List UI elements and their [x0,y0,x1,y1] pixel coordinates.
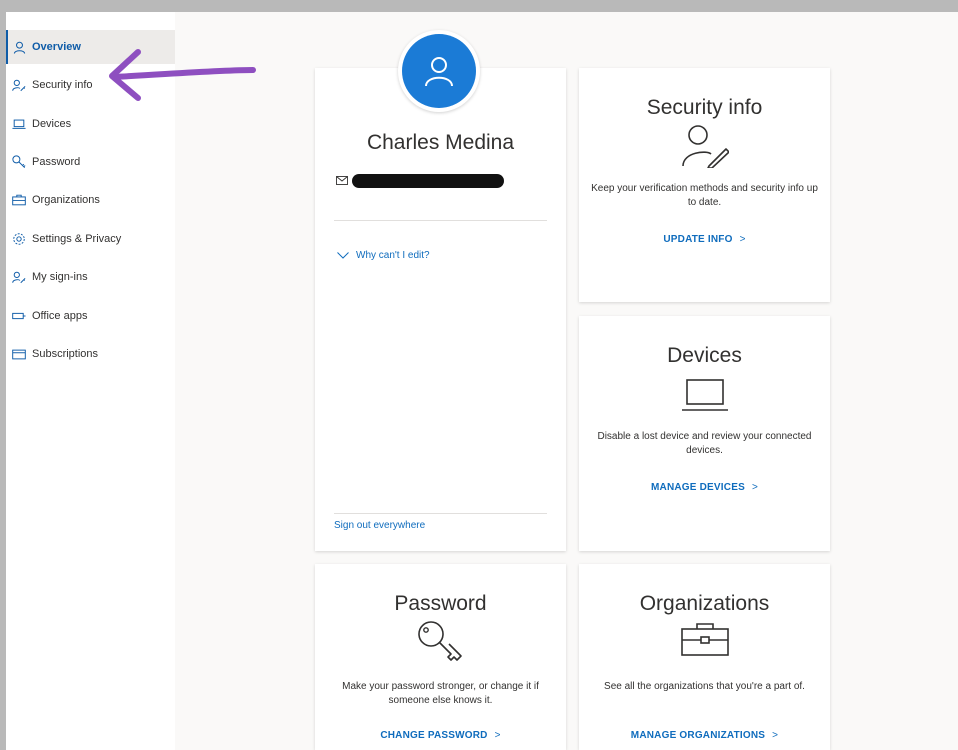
update-info-link[interactable]: UPDATE INFO > [579,234,830,245]
sidebar-item-label: Subscriptions [32,348,99,360]
card-title: Security info [646,96,763,119]
sidebar-item-label: My sign-ins [32,271,88,283]
chevron-right-icon: > [751,482,758,493]
sidebar-item-label: Settings & Privacy [32,233,122,245]
sidebar-item-office-apps[interactable]: Office apps [6,299,175,333]
mail-icon [336,172,348,190]
card-description: Disable a lost device and review your co… [597,431,812,456]
card-title: Devices [667,344,742,367]
organizations-card: Organizations See all the organizations … [579,564,830,750]
sidebar-item-label: Office apps [32,310,88,322]
sidebar-item-label: Password [32,156,81,168]
why-cant-edit-toggle[interactable]: Why can't I edit? [337,250,430,261]
sidebar-item-label: Organizations [32,194,100,206]
why-cant-edit-label: Why can't I edit? [356,250,430,261]
password-card: Password Make your password stronger, or… [315,564,566,750]
sidebar-item-label: Devices [32,118,72,130]
card-icon [12,347,26,361]
avatar [398,30,480,112]
sidebar-nav: Overview Security info Devices Password … [6,12,175,750]
manage-organizations-link[interactable]: MANAGE ORGANIZATIONS > [579,730,830,741]
profile-name: Charles Medina [366,131,515,154]
divider [334,220,547,221]
sidebar-item-settings-privacy[interactable]: Settings & Privacy [6,222,175,256]
card-description: Keep your verification methods and secur… [591,183,818,208]
key-icon [12,155,26,169]
email-row [336,172,504,190]
security-info-card: Security info Keep your verification met… [579,68,830,302]
email-redaction [352,174,504,188]
card-title: Password [394,592,487,615]
key-icon [417,620,465,671]
person-key-icon [681,124,730,173]
laptop-icon [681,378,729,417]
manage-devices-link[interactable]: MANAGE DEVICES > [579,482,830,493]
laptop-icon [12,117,26,131]
person-icon [425,57,453,87]
chevron-down-icon [337,252,349,259]
card-description: See all the organizations that you're a … [604,681,805,692]
person-key-icon [12,270,26,284]
sidebar-item-my-sign-ins[interactable]: My sign-ins [6,260,175,294]
sidebar-item-devices[interactable]: Devices [6,107,175,141]
briefcase-icon [12,193,26,207]
apps-icon [12,309,26,323]
card-title: Organizations [639,592,770,615]
app-frame: Overview Security info Devices Password … [6,12,958,750]
chevron-right-icon: > [772,730,779,741]
sidebar-item-organizations[interactable]: Organizations [6,183,175,217]
sidebar-item-label: Security info [32,79,93,91]
person-icon [12,40,26,54]
arrow-annotation [109,49,256,101]
gear-icon [12,232,26,246]
change-password-link[interactable]: CHANGE PASSWORD > [315,730,566,741]
sidebar-item-subscriptions[interactable]: Subscriptions [6,337,175,371]
sidebar-item-password[interactable]: Password [6,145,175,179]
profile-card: Charles Medina Why can't I edit? Sign ou… [315,68,566,551]
divider [334,513,547,514]
card-description: Make your password stronger, or change i… [342,681,539,706]
sign-out-everywhere-link[interactable]: Sign out everywhere [334,520,425,531]
sidebar-item-label: Overview [32,41,81,53]
briefcase-icon [680,622,730,661]
devices-card: Devices Disable a lost device and review… [579,316,830,551]
chevron-right-icon: > [739,234,746,245]
person-key-icon [12,78,26,92]
chevron-right-icon: > [494,730,501,741]
